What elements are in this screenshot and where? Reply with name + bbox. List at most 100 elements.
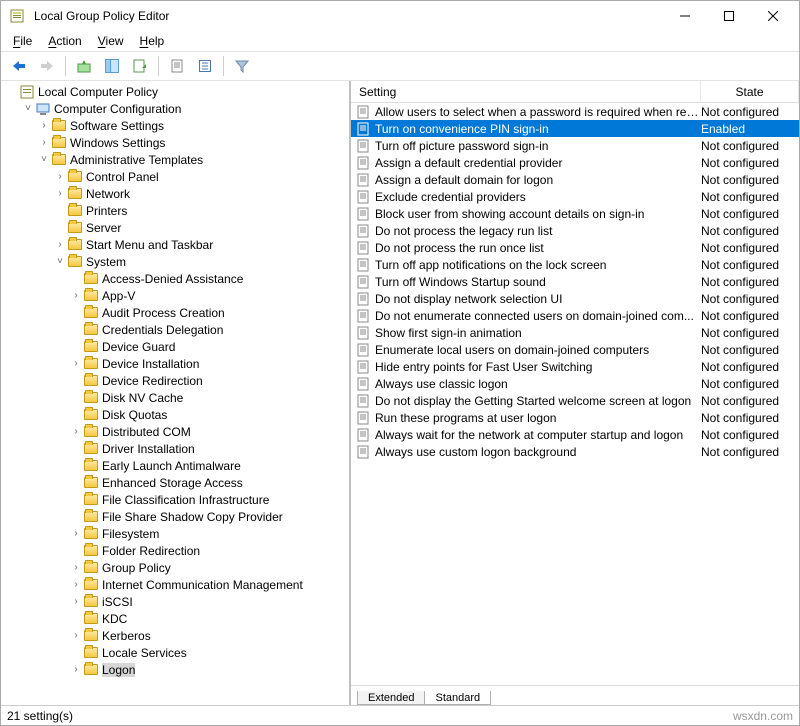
tree-computer-config[interactable]: ˅ Computer Configuration (1, 100, 349, 117)
setting-icon (355, 342, 371, 358)
setting-row[interactable]: Do not display the Getting Started welco… (351, 392, 799, 409)
properties-button[interactable] (165, 54, 189, 78)
tree-control-panel[interactable]: ›Control Panel (1, 168, 349, 185)
collapsed-icon[interactable]: › (37, 137, 51, 148)
policy-tree[interactable]: Local Computer Policy ˅ Computer Configu… (1, 81, 350, 705)
tree-item[interactable]: ›iSCSI (1, 593, 349, 610)
setting-row[interactable]: Do not process the run once listNot conf… (351, 239, 799, 256)
tree-windows-settings[interactable]: ›Windows Settings (1, 134, 349, 151)
setting-row[interactable]: Always use custom logon backgroundNot co… (351, 443, 799, 460)
maximize-button[interactable] (707, 2, 751, 30)
tab-standard[interactable]: Standard (424, 691, 491, 705)
tree-item[interactable]: ›Kerberos (1, 627, 349, 644)
collapsed-icon[interactable]: › (53, 239, 67, 250)
collapsed-icon[interactable]: › (69, 562, 83, 573)
setting-row[interactable]: Run these programs at user logonNot conf… (351, 409, 799, 426)
setting-row[interactable]: Hide entry points for Fast User Switchin… (351, 358, 799, 375)
tree-item[interactable]: ›Internet Communication Management (1, 576, 349, 593)
setting-row[interactable]: Always wait for the network at computer … (351, 426, 799, 443)
close-button[interactable] (751, 2, 795, 30)
collapsed-icon[interactable]: › (69, 664, 83, 675)
expanded-icon[interactable]: ˅ (53, 256, 67, 267)
tree-software-settings[interactable]: ›Software Settings (1, 117, 349, 134)
tab-extended[interactable]: Extended (357, 691, 425, 705)
tree-printers[interactable]: Printers (1, 202, 349, 219)
back-button[interactable] (7, 54, 31, 78)
tree-item[interactable]: ›Device Installation (1, 355, 349, 372)
setting-row[interactable]: Do not enumerate connected users on doma… (351, 307, 799, 324)
tree-item[interactable]: Audit Process Creation (1, 304, 349, 321)
tree-item[interactable]: ›Filesystem (1, 525, 349, 542)
export-list-button[interactable] (128, 54, 152, 78)
setting-row[interactable]: Do not process the legacy run listNot co… (351, 222, 799, 239)
collapsed-icon[interactable]: › (69, 358, 83, 369)
tree-item[interactable]: Enhanced Storage Access (1, 474, 349, 491)
tree-item[interactable]: Locale Services (1, 644, 349, 661)
menu-view[interactable]: View (92, 32, 130, 50)
tree-item[interactable]: File Classification Infrastructure (1, 491, 349, 508)
setting-state: Not configured (701, 275, 799, 289)
tree-item[interactable]: ›Distributed COM (1, 423, 349, 440)
tree-system[interactable]: ˅System (1, 253, 349, 270)
setting-row[interactable]: Show first sign-in animationNot configur… (351, 324, 799, 341)
menu-help[interactable]: Help (134, 32, 171, 50)
setting-row[interactable]: Turn off picture password sign-inNot con… (351, 137, 799, 154)
tree-admin-templates[interactable]: ˅Administrative Templates (1, 151, 349, 168)
tree-item[interactable]: Folder Redirection (1, 542, 349, 559)
setting-icon (355, 189, 371, 205)
up-button[interactable] (72, 54, 96, 78)
tree-item[interactable]: Device Redirection (1, 372, 349, 389)
tree-item[interactable]: ›Group Policy (1, 559, 349, 576)
setting-row[interactable]: Do not display network selection UINot c… (351, 290, 799, 307)
tree-item[interactable]: File Share Shadow Copy Provider (1, 508, 349, 525)
collapsed-icon[interactable]: › (53, 188, 67, 199)
collapsed-icon[interactable]: › (69, 426, 83, 437)
setting-name: Turn on convenience PIN sign-in (375, 122, 701, 136)
tree-item[interactable]: KDC (1, 610, 349, 627)
collapsed-icon[interactable]: › (69, 630, 83, 641)
tree-item[interactable]: Device Guard (1, 338, 349, 355)
show-hide-tree-button[interactable] (100, 54, 124, 78)
tree-item[interactable]: Access-Denied Assistance (1, 270, 349, 287)
collapsed-icon[interactable]: › (69, 290, 83, 301)
refresh-button[interactable] (193, 54, 217, 78)
menu-file[interactable]: File (7, 32, 38, 50)
expanded-icon[interactable]: ˅ (37, 154, 51, 165)
setting-row[interactable]: Allow users to select when a password is… (351, 103, 799, 120)
setting-row[interactable]: Exclude credential providersNot configur… (351, 188, 799, 205)
tree-item[interactable]: Credentials Delegation (1, 321, 349, 338)
setting-row[interactable]: Turn on convenience PIN sign-inEnabled (351, 120, 799, 137)
tree-item-label: Audit Process Creation (102, 306, 225, 320)
setting-row[interactable]: Enumerate local users on domain-joined c… (351, 341, 799, 358)
filter-button[interactable] (230, 54, 254, 78)
setting-row[interactable]: Assign a default domain for logonNot con… (351, 171, 799, 188)
collapsed-icon[interactable]: › (53, 171, 67, 182)
setting-state: Not configured (701, 411, 799, 425)
tree-server[interactable]: Server (1, 219, 349, 236)
tree-item[interactable]: Disk NV Cache (1, 389, 349, 406)
menu-action[interactable]: Action (42, 32, 87, 50)
tree-network[interactable]: ›Network (1, 185, 349, 202)
collapsed-icon[interactable]: › (37, 120, 51, 131)
tree-item[interactable]: ›Logon (1, 661, 349, 678)
tree-item[interactable]: ›App-V (1, 287, 349, 304)
setting-row[interactable]: Turn off app notifications on the lock s… (351, 256, 799, 273)
collapsed-icon[interactable]: › (69, 528, 83, 539)
settings-list[interactable]: Allow users to select when a password is… (351, 103, 799, 685)
tree-item[interactable]: Early Launch Antimalware (1, 457, 349, 474)
setting-row[interactable]: Block user from showing account details … (351, 205, 799, 222)
forward-button[interactable] (35, 54, 59, 78)
column-state[interactable]: State (701, 81, 799, 102)
collapsed-icon[interactable]: › (69, 596, 83, 607)
column-setting[interactable]: Setting (351, 81, 701, 102)
tree-item[interactable]: Disk Quotas (1, 406, 349, 423)
setting-row[interactable]: Assign a default credential providerNot … (351, 154, 799, 171)
setting-row[interactable]: Turn off Windows Startup soundNot config… (351, 273, 799, 290)
minimize-button[interactable] (663, 2, 707, 30)
tree-start-menu-taskbar[interactable]: ›Start Menu and Taskbar (1, 236, 349, 253)
tree-root[interactable]: Local Computer Policy (1, 83, 349, 100)
collapsed-icon[interactable]: › (69, 579, 83, 590)
setting-row[interactable]: Always use classic logonNot configured (351, 375, 799, 392)
expanded-icon[interactable]: ˅ (21, 103, 35, 114)
tree-item[interactable]: Driver Installation (1, 440, 349, 457)
